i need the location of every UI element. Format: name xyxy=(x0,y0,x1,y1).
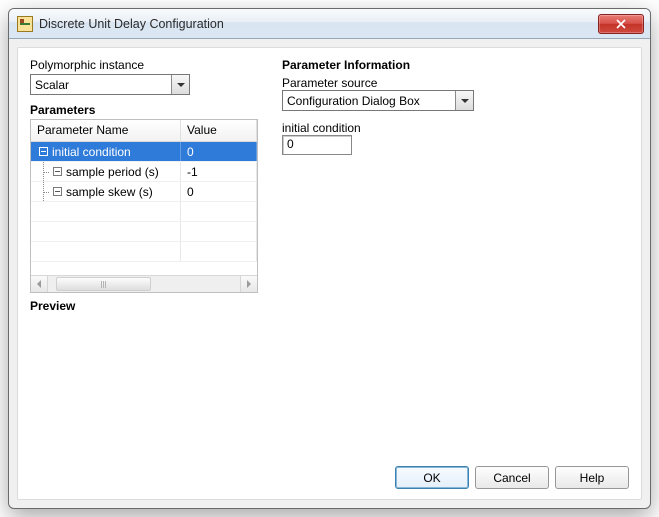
param-name: sample skew (s) xyxy=(66,185,153,199)
param-value: -1 xyxy=(181,162,257,181)
parameters-rows: initial condition 0 sample period (s) -1 xyxy=(31,142,257,275)
param-name: sample period (s) xyxy=(66,165,159,179)
parameters-header-row: Parameter Name Value xyxy=(31,120,257,142)
chevron-left-icon xyxy=(35,280,43,288)
polymorphic-combobox[interactable]: Scalar xyxy=(30,74,190,95)
col-header-value[interactable]: Value xyxy=(181,120,257,141)
dialog-window: Discrete Unit Delay Configuration Polymo… xyxy=(8,8,651,509)
cancel-label: Cancel xyxy=(493,471,530,485)
parameter-source-label: Parameter source xyxy=(282,76,629,90)
polymorphic-label: Polymorphic instance xyxy=(30,58,258,72)
ok-button[interactable]: OK xyxy=(395,466,469,489)
tree-toggle-icon[interactable] xyxy=(39,147,48,156)
titlebar[interactable]: Discrete Unit Delay Configuration xyxy=(9,9,650,39)
tree-toggle-icon[interactable] xyxy=(53,167,62,176)
parameter-source-dropdown-button[interactable] xyxy=(455,91,473,110)
parameter-value-text: 0 xyxy=(287,137,294,151)
parameter-detail-label: initial condition xyxy=(282,121,629,135)
param-value: 0 xyxy=(181,142,257,161)
chevron-right-icon xyxy=(245,280,253,288)
table-row[interactable]: sample period (s) -1 xyxy=(31,162,257,182)
tree-line-icon xyxy=(39,162,49,181)
window-title: Discrete Unit Delay Configuration xyxy=(39,17,224,31)
button-bar: OK Cancel Help xyxy=(30,466,629,489)
table-row xyxy=(31,202,257,222)
param-value: 0 xyxy=(181,182,257,201)
horizontal-scrollbar[interactable] xyxy=(31,275,257,292)
app-icon xyxy=(17,16,33,32)
help-button[interactable]: Help xyxy=(555,466,629,489)
right-column: Parameter Information Parameter source C… xyxy=(282,58,629,458)
polymorphic-dropdown-button[interactable] xyxy=(171,75,189,94)
cancel-button[interactable]: Cancel xyxy=(475,466,549,489)
close-icon xyxy=(616,19,626,29)
close-button[interactable] xyxy=(598,14,644,34)
parameter-source-value: Configuration Dialog Box xyxy=(283,94,455,108)
table-row[interactable]: initial condition 0 xyxy=(31,142,257,162)
tree-toggle-icon[interactable] xyxy=(53,187,62,196)
tree-line-icon xyxy=(39,182,49,201)
parameter-info-header: Parameter Information xyxy=(282,58,629,72)
left-column: Polymorphic instance Scalar Parameters P… xyxy=(30,58,258,458)
parameter-source-combobox[interactable]: Configuration Dialog Box xyxy=(282,90,474,111)
ok-label: OK xyxy=(423,471,440,485)
help-label: Help xyxy=(580,471,605,485)
table-row xyxy=(31,222,257,242)
polymorphic-value: Scalar xyxy=(31,78,171,92)
parameters-table[interactable]: Parameter Name Value initial condition 0 xyxy=(30,119,258,293)
scroll-track[interactable] xyxy=(48,276,240,292)
param-name: initial condition xyxy=(52,145,131,159)
content-area: Polymorphic instance Scalar Parameters P… xyxy=(17,47,642,500)
chevron-down-icon xyxy=(177,81,185,89)
parameter-detail: initial condition 0 xyxy=(282,121,629,155)
scroll-thumb[interactable] xyxy=(56,277,151,291)
chevron-down-icon xyxy=(461,97,469,105)
scroll-right-button[interactable] xyxy=(240,276,257,292)
table-row xyxy=(31,242,257,262)
parameters-header: Parameters xyxy=(30,103,258,117)
scroll-left-button[interactable] xyxy=(31,276,48,292)
preview-header: Preview xyxy=(30,299,258,313)
col-header-name[interactable]: Parameter Name xyxy=(31,120,181,141)
table-row[interactable]: sample skew (s) 0 xyxy=(31,182,257,202)
parameter-value-input[interactable]: 0 xyxy=(282,135,352,155)
